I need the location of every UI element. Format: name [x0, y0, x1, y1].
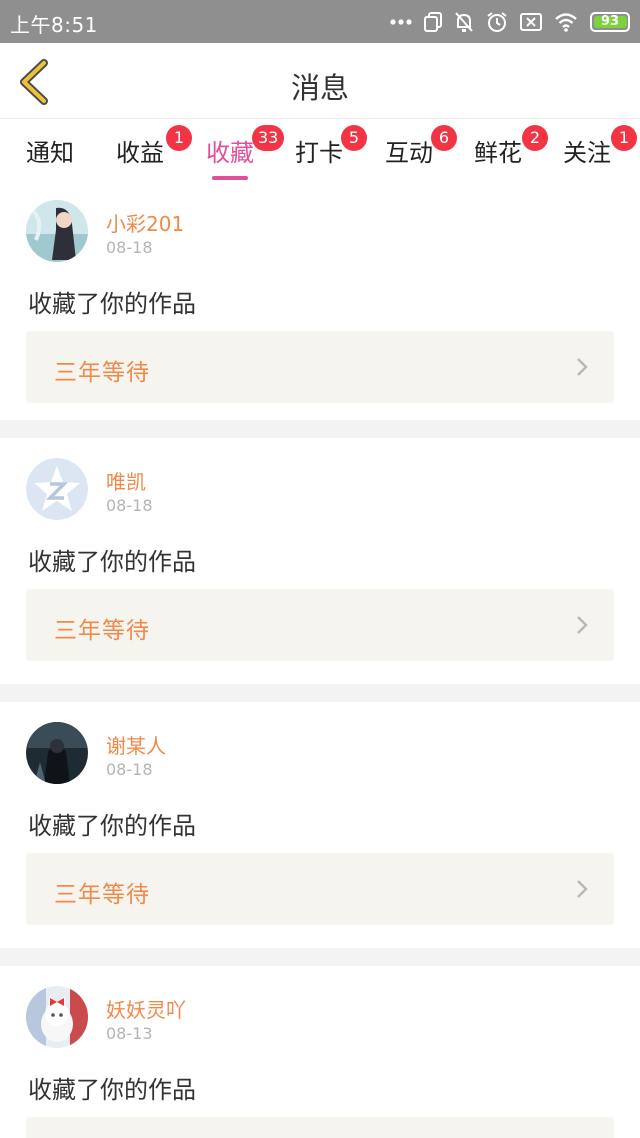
tab-checkin[interactable]: 打卡 5: [295, 125, 367, 168]
unread-badge: 6: [431, 125, 457, 151]
close-box-icon: [520, 12, 542, 32]
divider: [0, 420, 640, 438]
tab-favorites[interactable]: 收藏 33: [206, 125, 285, 180]
work-title: 三年等待: [54, 882, 150, 908]
unread-badge: 33: [252, 125, 285, 151]
more-dots-icon: [390, 19, 412, 25]
tab-label: 互动: [385, 139, 433, 167]
work-link[interactable]: 三年等待: [26, 331, 614, 403]
nav-header: 消息: [0, 43, 640, 119]
tab-interaction[interactable]: 互动 6: [385, 125, 457, 168]
username[interactable]: 小彩201: [106, 208, 184, 237]
tab-follows[interactable]: 关注 1: [563, 125, 637, 168]
divider: [0, 684, 640, 702]
username[interactable]: 唯凯: [106, 466, 146, 495]
chevron-right-icon: [577, 616, 588, 634]
unread-badge: 5: [341, 125, 367, 151]
tab-label: 收益: [116, 139, 164, 167]
list-item: 唯凯 08-18 收藏了你的作品 三年等待: [0, 438, 640, 684]
message-date: 08-18: [106, 760, 153, 779]
message-date: 08-13: [106, 1024, 153, 1043]
tab-bar: 通知 收益 1 收藏 33 打卡 5 互动 6 鲜花 2 关注 1: [0, 120, 640, 180]
message-date: 08-18: [106, 496, 153, 515]
status-time: 上午8:51: [10, 13, 98, 37]
work-link[interactable]: [26, 1117, 614, 1138]
tab-flowers[interactable]: 鲜花 2: [474, 125, 548, 168]
tab-notice[interactable]: 通知: [26, 133, 74, 168]
message-text: 收藏了你的作品: [28, 548, 196, 576]
sim-icon: [424, 12, 442, 32]
unread-badge: 2: [522, 125, 548, 151]
wifi-icon: [554, 12, 578, 32]
chevron-right-icon: [577, 358, 588, 376]
tab-label: 通知: [26, 139, 74, 167]
tab-label: 收藏: [206, 139, 254, 167]
list-item: 谢某人 08-18 收藏了你的作品 三年等待: [0, 702, 640, 948]
avatar[interactable]: [26, 722, 88, 784]
message-text: 收藏了你的作品: [28, 812, 196, 840]
unread-badge: 1: [611, 125, 637, 151]
avatar[interactable]: [26, 200, 88, 262]
message-date: 08-18: [106, 238, 153, 257]
divider: [0, 948, 640, 966]
status-bar: 上午8:51 93: [0, 0, 640, 43]
message-list: 小彩201 08-18 收藏了你的作品 三年等待 唯凯 08-18 收藏了你的作…: [0, 180, 640, 1138]
list-item: 小彩201 08-18 收藏了你的作品 三年等待: [0, 180, 640, 420]
page-title: 消息: [290, 71, 349, 105]
list-item: 妖妖灵吖 08-13 收藏了你的作品: [0, 966, 640, 1138]
bell-off-icon: [454, 11, 474, 33]
username[interactable]: 谢某人: [106, 730, 166, 759]
battery-level: 93: [600, 14, 620, 29]
work-link[interactable]: 三年等待: [26, 853, 614, 925]
tab-label: 打卡: [295, 139, 343, 167]
work-link[interactable]: 三年等待: [26, 589, 614, 661]
unread-badge: 1: [166, 125, 192, 151]
tab-earnings[interactable]: 收益 1: [116, 125, 192, 168]
message-text: 收藏了你的作品: [28, 1076, 196, 1104]
battery-icon: 93: [590, 12, 630, 32]
avatar[interactable]: [26, 986, 88, 1048]
work-title: 三年等待: [54, 360, 150, 386]
username[interactable]: 妖妖灵吖: [106, 994, 186, 1023]
avatar[interactable]: [26, 458, 88, 520]
message-text: 收藏了你的作品: [28, 290, 196, 318]
alarm-icon: [486, 11, 508, 33]
status-icons: 93: [390, 8, 630, 36]
chevron-right-icon: [577, 880, 588, 898]
tab-label: 鲜花: [474, 139, 522, 167]
tab-label: 关注: [563, 139, 611, 167]
work-title: 三年等待: [54, 618, 150, 644]
